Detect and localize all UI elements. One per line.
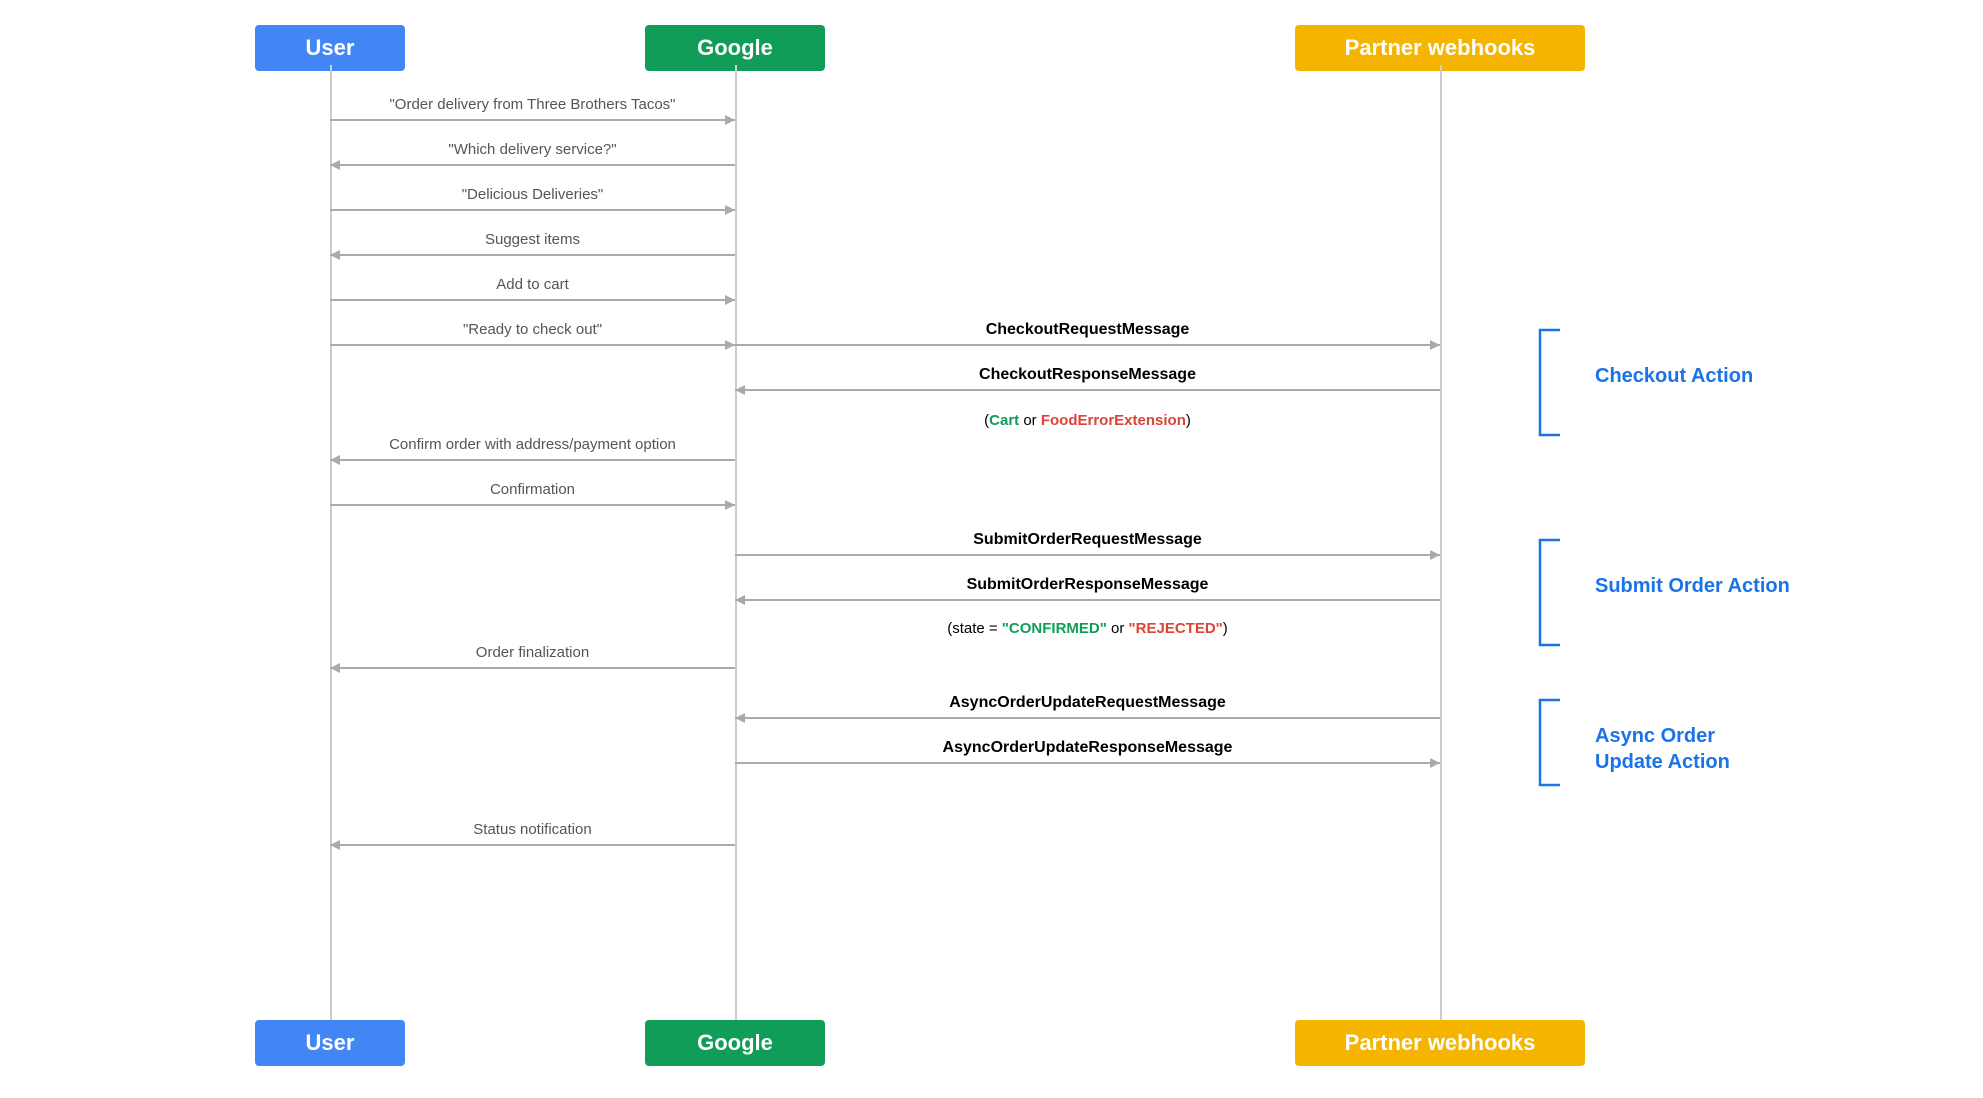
bracket-b1 [1540,330,1580,435]
message-label: Status notification [473,821,591,838]
bracket-label-b2: Submit Order Action [1595,573,1790,599]
bracket-b2 [1540,540,1580,645]
actor-box-user: User [255,1020,405,1066]
message-label: CheckoutResponseMessage [979,366,1196,384]
message-label: AsyncOrderUpdateRequestMessage [949,694,1226,712]
actor-box-google: Google [645,1020,825,1066]
bracket-b3 [1540,700,1580,785]
message-label: CheckoutRequestMessage [986,321,1190,339]
lifeline [1440,65,1442,1020]
message-label: Add to cart [496,276,569,293]
sub-label-cart: (Cart or FoodErrorExtension) [984,412,1191,429]
message-label: SubmitOrderResponseMessage [967,576,1209,594]
message-label: "Which delivery service?" [448,141,616,158]
bracket-label-b1: Checkout Action [1595,363,1753,389]
message-label: "Order delivery from Three Brothers Taco… [389,96,675,113]
message-label: AsyncOrderUpdateResponseMessage [943,739,1233,757]
message-label: Confirmation [490,481,575,498]
bracket-label-b3: Async Order Update Action [1595,723,1730,775]
sequence-diagram: UserGooglePartner webhooksUserGooglePart… [0,0,1983,1098]
actor-box-partner-webhooks: Partner webhooks [1295,1020,1585,1066]
message-label: "Delicious Deliveries" [462,186,604,203]
message-label: "Ready to check out" [463,321,602,338]
message-label: Order finalization [476,644,589,661]
message-label: Confirm order with address/payment optio… [389,436,676,453]
message-label: Suggest items [485,231,580,248]
sub-label-state: (state = "CONFIRMED" or "REJECTED") [947,620,1228,637]
message-label: SubmitOrderRequestMessage [973,531,1202,549]
